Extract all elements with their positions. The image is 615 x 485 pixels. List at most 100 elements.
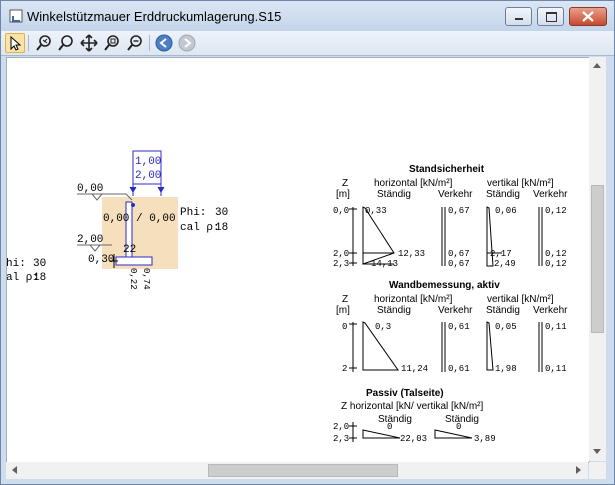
ss-v-v-mid: 0,12 (545, 249, 567, 259)
pan-button[interactable] (79, 33, 99, 53)
pointer-tool-button[interactable] (5, 33, 25, 53)
wall-point-icon (131, 203, 135, 207)
phi-right-value: 30 (215, 207, 228, 219)
ss-staendig-v: Ständig (486, 189, 520, 200)
ss-v-v-top: 0,12 (545, 206, 567, 216)
passiv-v-bot: 3,89 (474, 434, 496, 444)
wb-z-axis (349, 322, 357, 372)
load-top-value: 1,00 (135, 156, 161, 168)
horizontal-scroll-thumb[interactable] (208, 464, 398, 477)
wall-footing (115, 256, 153, 266)
cal-left-value: 18 (33, 272, 46, 284)
dim-030-value: 0,30 (88, 254, 114, 266)
back-icon (155, 34, 173, 52)
wb-v-v-top: 0,11 (545, 322, 567, 332)
ss-h-v-bot: 0,67 (448, 259, 470, 269)
ss-h-s-top: 0,33 (365, 206, 387, 216)
maximize-icon (546, 12, 557, 22)
scroll-left-icon[interactable] (12, 466, 17, 474)
vertical-scroll-thumb[interactable] (591, 185, 604, 333)
phi-left-value: 30 (33, 258, 46, 270)
forward-icon (178, 34, 196, 52)
passiv-v-top: 0 (456, 422, 461, 432)
ss-h-v-mid: 0,67 (448, 249, 470, 259)
minimize-button[interactable] (505, 7, 532, 26)
maximize-button[interactable] (537, 7, 564, 26)
passiv-v-diagram (434, 429, 473, 439)
passiv-staendig-h: Ständig (378, 414, 412, 425)
ss-v-s-mid: 2,17 (490, 249, 512, 259)
scroll-up-icon[interactable] (593, 63, 601, 68)
wb-h-s-top: 0,3 (375, 322, 391, 332)
drawing-canvas[interactable]: 1,00 2,00 0,00 2,00 0,00 / 0,00 22 0,30 … (6, 57, 590, 463)
toolbar-separator (28, 35, 29, 51)
toolbar-separator (149, 35, 150, 51)
ss-v-s-bot: 2,49 (494, 259, 516, 269)
wandbemessung-heading: Wandbemessung, aktiv (389, 280, 500, 291)
horizontal-scrollbar[interactable] (6, 462, 588, 479)
load-bottom-value: 2,00 (135, 170, 161, 182)
passiv-h-bot: 22,03 (400, 434, 427, 444)
wb-verkehr-h: Verkehr (438, 305, 473, 316)
wb-staendig-h: Ständig (377, 305, 411, 316)
dim-22-value: 22 (123, 244, 136, 256)
zoom-user-button[interactable] (34, 33, 54, 53)
ss-h-s-bot: 14,13 (371, 259, 398, 269)
ss-horizontal-label: horizontal [kN/m²] (374, 178, 453, 189)
wb-z-label: Z (342, 294, 348, 305)
load-line (132, 184, 162, 196)
back-button[interactable] (154, 33, 174, 53)
drawing-svg: 1,00 2,00 0,00 2,00 0,00 / 0,00 22 0,30 … (7, 150, 568, 444)
app-icon (9, 9, 23, 23)
wb-vertikal-label: vertikal [kN/m²] (487, 294, 554, 305)
standsicherheit-heading: Standsicherheit (409, 164, 485, 175)
wb-z-unit: [m] (336, 305, 350, 316)
ss-h-s-mid: 12,33 (398, 249, 425, 259)
wb-v-s-top: 0,05 (495, 322, 517, 332)
wb-h-v-top: 0,61 (448, 322, 470, 332)
passiv-subheading: Z horizontal [kN/ vertikal [kN/m²] (341, 401, 483, 412)
zoom-fit-icon (104, 35, 119, 51)
cal-right-label: cal ρ: (180, 222, 220, 234)
wb-v-verkehr-diagram (538, 322, 543, 372)
zoom-in-icon (58, 35, 73, 51)
scroll-right-icon[interactable] (576, 466, 581, 474)
wb-h-verkehr-diagram (441, 322, 446, 372)
passiv-z-axis (349, 422, 357, 442)
ss-v-verkehr-diagram (538, 207, 543, 266)
close-icon (582, 11, 594, 22)
ss-z-unit: [m] (336, 189, 350, 200)
ss-verkehr-v: Verkehr (533, 189, 568, 200)
close-button[interactable] (569, 7, 607, 26)
size-grip[interactable] (589, 462, 606, 479)
dim-074-value: 0,74 (141, 268, 151, 290)
vertical-scrollbar[interactable] (589, 57, 606, 461)
scroll-down-icon[interactable] (593, 449, 601, 454)
phi-left-label: hi: (7, 258, 26, 270)
wb-horizontal-label: horizontal [kN/m²] (374, 294, 453, 305)
ss-h-verkehr-diagram (441, 207, 446, 266)
passiv-staendig-v: Ständig (445, 414, 479, 425)
wb-v-s-bot: 1,98 (495, 364, 517, 374)
zoom-in-button[interactable] (56, 33, 76, 53)
wb-verkehr-v: Verkehr (533, 305, 568, 316)
ss-z-bot: 2,3 (333, 259, 349, 269)
passiv-z-bot: 2,3 (333, 434, 349, 444)
ss-z-mid: 2,0 (333, 249, 349, 259)
ss-staendig-h: Ständig (377, 189, 411, 200)
zoom-out-button[interactable] (125, 33, 145, 53)
window-title: Winkelstützmauer Erddruckumlagerung.S15 (27, 9, 282, 24)
zoom-fit-button[interactable] (102, 33, 122, 53)
forward-button[interactable] (177, 33, 197, 53)
load-arrow-icon (129, 186, 165, 193)
ss-vertikal-label: vertikal [kN/m²] (487, 178, 554, 189)
wb-z-bot: 2 (342, 364, 347, 374)
title-bar[interactable]: Winkelstützmauer Erddruckumlagerung.S15 (1, 1, 614, 31)
zoom-user-icon (36, 35, 51, 51)
surface-bottom-value: 2,00 (77, 234, 103, 246)
ss-z-top: 0,0 (333, 206, 349, 216)
surface-top-value: 0,00 (77, 183, 103, 195)
pan-icon (80, 34, 98, 52)
phi-right-label: Phi: (180, 207, 206, 219)
passiv-z-top: 2,0 (333, 422, 349, 432)
